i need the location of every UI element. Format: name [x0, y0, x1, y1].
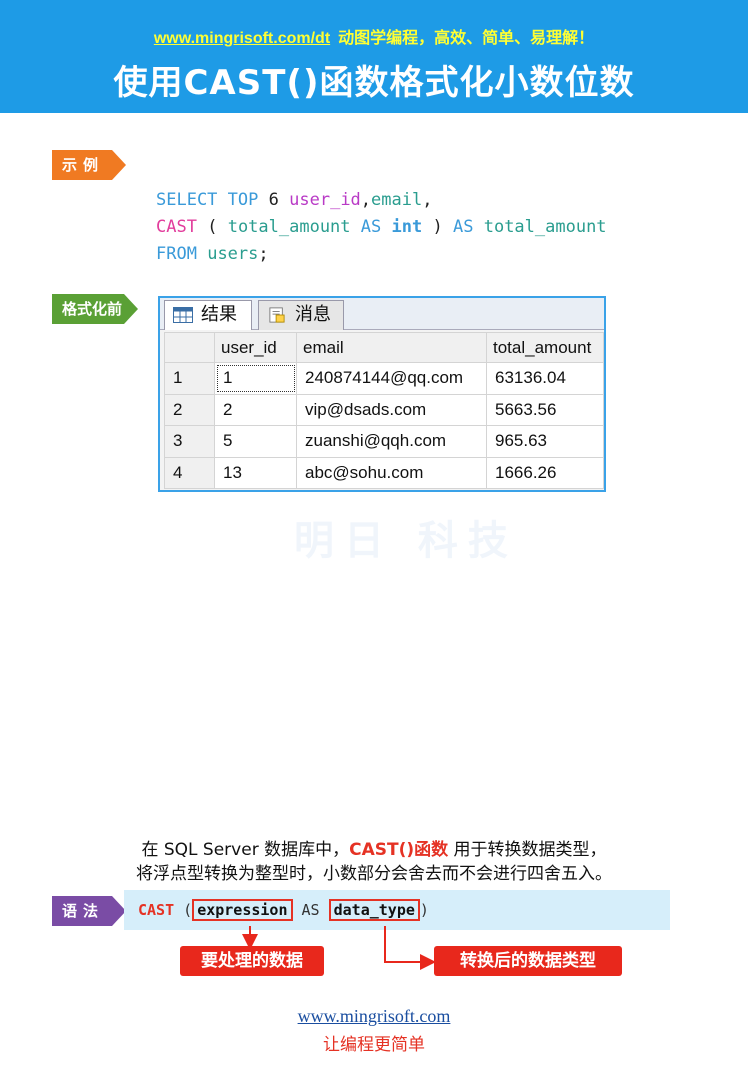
syntax-data-type-box: data_type [328, 899, 420, 921]
header-tagline-row: www.mingrisoft.com/dt 动图学编程，高效、简单、易理解！ [0, 24, 748, 48]
code-comma: , [360, 190, 372, 210]
sql-code-block: SELECT TOP 6 user_id,email, CAST ( total… [156, 187, 607, 268]
description-highlight: CAST()函数 [349, 840, 449, 860]
page-title: 使用CAST()函数格式化小数位数 [113, 63, 635, 103]
tab-messages-label: 消息 [295, 304, 331, 325]
code-users-table: users [207, 244, 259, 264]
description-line-1: 在 SQL Server 数据库中，CAST()函数 用于转换数据类型， [0, 835, 748, 860]
row-number: 2 [164, 393, 215, 426]
table-row[interactable]: 3 5 zuanshi@qqh.com 965.63 [164, 425, 604, 458]
description-line-2: 将浮点型转换为整型时，小数部分会舍去而不会进行四舍五入。 [136, 864, 612, 884]
code-user-id-column: user_id [289, 190, 361, 210]
column-header-user-id[interactable]: user_id [214, 332, 297, 363]
cell-user-id[interactable]: 13 [214, 456, 297, 489]
footer-slogan: 让编程更简单 [323, 1035, 425, 1055]
code-comma: , [422, 190, 433, 210]
syntax-code: CAST (expression AS data_type) [138, 899, 429, 921]
cell-email[interactable]: zuanshi@qqh.com [296, 425, 487, 458]
code-select-keyword: SELECT [156, 190, 218, 210]
syntax-bar: CAST (expression AS data_type) [124, 890, 670, 930]
column-header-email[interactable]: email [296, 332, 487, 363]
row-number: 1 [164, 362, 215, 395]
header-banner: www.mingrisoft.com/dt 动图学编程，高效、简单、易理解！ 使用… [0, 0, 748, 113]
data-type-arrow [384, 926, 436, 970]
code-as-keyword: AS [360, 217, 382, 237]
tab-results[interactable]: 结果 [164, 300, 252, 330]
syntax-expression-box: expression [192, 899, 293, 921]
row-number: 3 [164, 425, 215, 458]
code-semicolon: ; [258, 244, 269, 264]
code-from-keyword: FROM [156, 244, 197, 264]
cell-total-amount[interactable]: 1666.26 [486, 456, 604, 489]
cell-email[interactable]: 240874144@qq.com [296, 362, 487, 395]
table-header-row: user_id email total_amount [164, 332, 604, 363]
result-table: user_id email total_amount 1 1 240874144… [164, 332, 604, 489]
cell-email[interactable]: abc@sohu.com [296, 456, 487, 489]
code-close-paren: ) [432, 217, 443, 237]
data-type-annotation: 转换后的数据类型 [434, 946, 622, 976]
row-number: 4 [164, 456, 215, 489]
syntax-open-paren: ( [183, 901, 193, 919]
table-row[interactable]: 1 1 240874144@qq.com 63136.04 [164, 362, 604, 395]
cell-total-amount[interactable]: 965.63 [486, 425, 604, 458]
syntax-tag: 语法 [52, 896, 126, 926]
grid-icon [173, 307, 193, 323]
code-cast-function: CAST [156, 217, 197, 237]
syntax-cast-keyword: CAST [138, 901, 175, 919]
code-int-type: int [391, 217, 423, 237]
syntax-close-paren: ) [419, 901, 429, 919]
cell-total-amount[interactable]: 5663.56 [486, 393, 604, 426]
table-row[interactable]: 2 2 vip@dsads.com 5663.56 [164, 393, 604, 426]
description-prefix: 在 SQL Server 数据库中， [141, 840, 350, 860]
result-grid-panel: 结果 消息 user_id email total_amount 1 1 240… [158, 296, 606, 492]
code-open-paren: ( [207, 217, 218, 237]
column-header-total-amount[interactable]: total_amount [486, 332, 604, 363]
description-suffix: 用于转换数据类型， [448, 840, 607, 860]
before-format-tag: 格式化前 [52, 294, 138, 324]
tab-messages[interactable]: 消息 [258, 300, 344, 330]
code-as-keyword: AS [452, 217, 474, 237]
cell-user-id[interactable]: 1 [214, 362, 297, 395]
code-top-number: 6 [268, 190, 279, 210]
code-alias: total_amount [483, 217, 607, 237]
message-icon [269, 307, 285, 323]
cell-total-amount[interactable]: 63136.04 [486, 362, 604, 395]
tab-results-label: 结果 [201, 304, 237, 325]
cell-email[interactable]: vip@dsads.com [296, 393, 487, 426]
result-tab-bar: 结果 消息 [160, 298, 604, 330]
footer-url-link[interactable]: www.mingrisoft.com [0, 1006, 748, 1027]
syntax-as-keyword: AS [301, 901, 320, 919]
header-url-link[interactable]: www.mingrisoft.com/dt [154, 30, 330, 47]
cell-user-id[interactable]: 5 [214, 425, 297, 458]
expression-annotation: 要处理的数据 [180, 946, 324, 976]
cell-user-id[interactable]: 2 [214, 393, 297, 426]
column-header-rownum [164, 332, 215, 363]
code-top-keyword: TOP [227, 190, 259, 210]
code-email-column: email [371, 190, 423, 210]
code-total-amount-column: total_amount [227, 217, 351, 237]
table-row[interactable]: 4 13 abc@sohu.com 1666.26 [164, 456, 604, 489]
header-tagline: 动图学编程，高效、简单、易理解！ [338, 30, 595, 47]
watermark: 明日 科技 [294, 518, 518, 564]
example-tag: 示例 [52, 150, 126, 180]
